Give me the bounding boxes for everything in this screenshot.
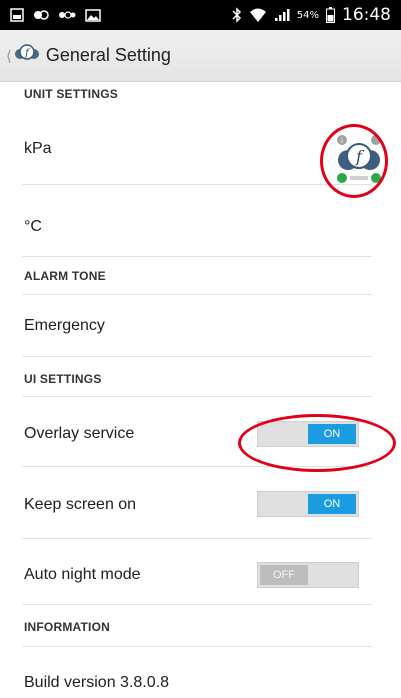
section-header-alarm-tone: ALARM TONE [24,269,106,283]
status-time: 16:48 [342,5,391,25]
bluetooth-icon [232,7,242,23]
divider [22,396,372,397]
signal-icon [274,8,290,22]
divider [22,184,372,185]
divider [22,538,372,539]
alarm-tone-item[interactable]: Emergency [24,317,105,335]
toggle-state: OFF [260,565,308,585]
app-notification-icon [58,9,76,21]
screenshot-icon [10,8,24,22]
section-header-unit-settings: UNIT SETTINGS [24,87,118,101]
app-notification-icon [33,8,49,22]
back-chevron-icon[interactable]: ⟨ [6,47,12,65]
section-header-information: INFORMATION [24,620,110,634]
keep-screen-on-label: Keep screen on [24,496,137,513]
divider [22,646,372,647]
temperature-unit-item[interactable]: °C [24,218,42,236]
status-bar: 54% 16:48 [0,0,401,30]
divider [22,356,372,357]
section-header-ui-settings: UI SETTINGS [24,372,102,386]
auto-night-mode-toggle[interactable]: OFF [257,562,359,588]
pressure-unit-item[interactable]: kPa [24,140,52,158]
app-logo-icon[interactable]: f [14,43,40,68]
battery-percent: 54% [296,9,319,21]
toggle-state: ON [308,494,356,514]
battery-icon [326,7,335,23]
divider [22,604,372,605]
annotation-circle [238,414,396,472]
overlay-service-label: Overlay service [24,425,135,442]
image-notification-icon [85,8,101,22]
keep-screen-on-toggle[interactable]: ON [257,491,359,517]
app-bar: ⟨ f General Setting [0,30,401,82]
divider [22,256,372,257]
annotation-circle [320,124,388,198]
page-title: General Setting [45,45,171,65]
divider [22,294,372,295]
build-version-item: Build version 3.8.0.8 [24,674,169,691]
auto-night-mode-label: Auto night mode [24,566,141,583]
wifi-icon [249,7,267,23]
